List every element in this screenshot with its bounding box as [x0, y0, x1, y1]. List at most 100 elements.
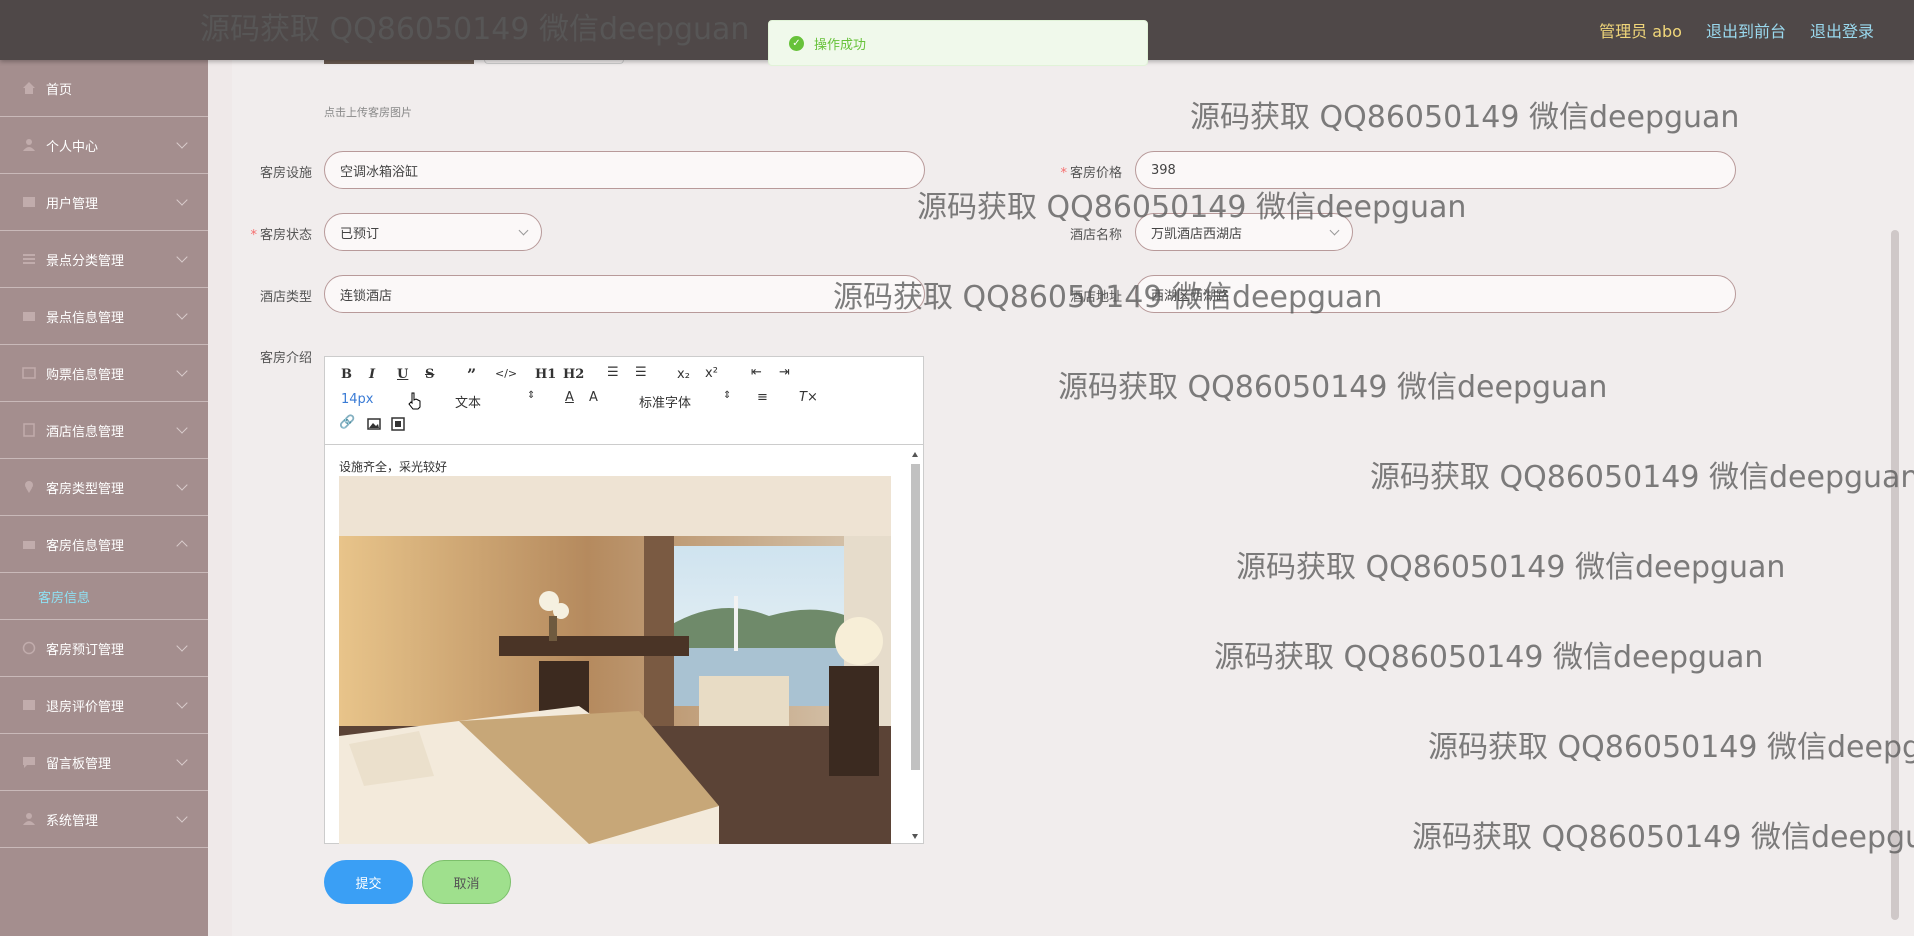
strikethrough-icon[interactable]: S	[425, 367, 434, 382]
font-family-select[interactable]: 标准字体	[639, 392, 691, 411]
heading2-button[interactable]: H2	[563, 367, 584, 382]
list-icon	[23, 254, 35, 264]
sidebar-item-label: 客房预订管理	[46, 642, 125, 658]
sidebar-item-home[interactable]: 首页	[0, 60, 208, 117]
chevron-updown-icon: ⇕	[527, 390, 536, 401]
upload-button[interactable]	[484, 60, 624, 64]
sidebar-item-room-type[interactable]: 客房类型管理	[0, 459, 208, 516]
align-icon[interactable]: ≡	[757, 390, 768, 405]
video-icon[interactable]	[391, 417, 405, 431]
room-photo	[339, 476, 891, 844]
image-icon[interactable]	[367, 417, 381, 431]
upload-hint: 点击上传客房图片	[324, 106, 412, 119]
subscript-icon[interactable]: x₂	[677, 367, 690, 382]
sidebar-subitem-room-info[interactable]: 客房信息	[0, 573, 208, 620]
font-size-select[interactable]: 14px	[341, 392, 374, 407]
chevron-down-icon	[176, 194, 188, 206]
sidebar-item-ticket[interactable]: 购票信息管理	[0, 345, 208, 402]
form-card: 点击上传客房图片 客房设施 空调冰箱浴缸 * 客房价格 398 * 客房状态 已预订…	[232, 60, 1877, 936]
page-scrollbar[interactable]	[1877, 60, 1914, 936]
page-scroll-thumb[interactable]	[1891, 230, 1899, 920]
link-icon[interactable]: 🔗	[339, 415, 355, 430]
sidebar-item-system[interactable]: 系统管理	[0, 791, 208, 848]
hotel-type-label: 酒店类型	[259, 290, 312, 305]
sidebar-item-message[interactable]: 留言板管理	[0, 734, 208, 791]
chevron-down-icon	[176, 479, 188, 491]
sidebar-item-scenic-info[interactable]: 景点信息管理	[0, 288, 208, 345]
hotel-address-value: 西湖区西湖路	[1151, 288, 1230, 304]
bold-icon[interactable]: B	[341, 367, 352, 382]
hotel-type-input[interactable]: 连锁酒店	[324, 275, 925, 313]
status-label: * 客房状态	[232, 224, 312, 243]
chevron-down-icon	[176, 697, 188, 709]
hotel-address-label: 酒店地址	[1069, 290, 1122, 305]
hotel-icon	[23, 423, 35, 437]
toast-message: 操作成功	[814, 37, 867, 53]
review-icon	[23, 700, 35, 710]
underline-icon[interactable]: U	[397, 367, 408, 382]
submit-button[interactable]: 提交	[324, 860, 413, 904]
ordered-list-icon[interactable]: ☰	[607, 365, 619, 380]
booking-icon	[22, 641, 36, 655]
sidebar: 首页 个人中心 用户管理 景点分类管理 景点信息管理 购票信息管理 酒店信息管理…	[0, 60, 208, 936]
outdent-icon[interactable]: ⇤	[751, 365, 762, 380]
status-select[interactable]: 已预订	[324, 213, 542, 251]
heading1-label: H1	[535, 367, 557, 382]
sidebar-item-review[interactable]: 退房评价管理	[0, 677, 208, 734]
facility-label: 客房设施	[259, 166, 312, 181]
scroll-down-arrow[interactable]	[912, 834, 918, 839]
cancel-button[interactable]: 取消	[422, 860, 511, 904]
sidebar-item-label: 购票信息管理	[46, 367, 125, 383]
font-color-icon[interactable]: A	[565, 390, 574, 405]
users-icon	[23, 197, 35, 207]
chevron-down-icon	[176, 640, 188, 652]
sidebar-item-label: 酒店信息管理	[46, 424, 125, 440]
editor-scrollbar[interactable]	[910, 450, 921, 841]
sidebar-item-users[interactable]: 用户管理	[0, 174, 208, 231]
logout-link[interactable]: 退出登录	[1810, 18, 1874, 42]
heading1-button[interactable]: H1	[535, 367, 556, 382]
sidebar-item-booking[interactable]: 客房预订管理	[0, 620, 208, 677]
ticket-icon	[22, 367, 36, 379]
intro-label: 客房介绍	[259, 351, 312, 366]
code-icon[interactable]: </>	[495, 367, 517, 380]
sidebar-item-profile[interactable]: 个人中心	[0, 117, 208, 174]
chevron-down-icon	[176, 422, 188, 434]
required-mark: *	[250, 228, 257, 243]
chevron-updown-icon: ⇕	[723, 390, 732, 401]
italic-icon[interactable]: I	[369, 367, 375, 382]
chevron-down-icon	[176, 811, 188, 823]
chevron-down-icon	[176, 365, 188, 377]
location-icon	[25, 481, 33, 493]
quote-icon[interactable]: ”	[467, 365, 476, 384]
scroll-thumb[interactable]	[911, 464, 920, 770]
room-image-thumbnail[interactable]	[324, 60, 474, 64]
sidebar-item-scenic-category[interactable]: 景点分类管理	[0, 231, 208, 288]
system-icon	[23, 813, 35, 825]
chevron-down-icon	[176, 754, 188, 766]
scroll-up-arrow[interactable]	[912, 452, 918, 457]
bullet-list-icon[interactable]: ☰	[635, 365, 647, 380]
hotel-name-select[interactable]: 万凯酒店西湖店	[1135, 213, 1353, 251]
facility-input[interactable]: 空调冰箱浴缸	[324, 151, 925, 189]
success-toast: ✓ 操作成功	[768, 20, 1148, 66]
status-label-text: 客房状态	[259, 228, 312, 243]
heading2-label: H2	[563, 367, 585, 382]
clear-format-icon[interactable]: T×	[799, 390, 818, 405]
superscript-icon[interactable]: x²	[705, 366, 718, 381]
rich-text-editor[interactable]: B I U S ” </> H1 H2 ☰ ☰ x₂ x² ⇤ ⇥ 14px 文…	[324, 356, 924, 844]
check-icon: ✓	[789, 35, 804, 51]
sidebar-item-room-info[interactable]: 客房信息管理	[0, 516, 208, 573]
hotel-name-label: 酒店名称	[1069, 228, 1122, 243]
price-input[interactable]: 398	[1135, 151, 1736, 189]
background-color-icon[interactable]: A	[589, 390, 598, 405]
sidebar-item-hotel[interactable]: 酒店信息管理	[0, 402, 208, 459]
editor-content[interactable]: 设施齐全，采光较好	[325, 446, 923, 844]
text-type-select[interactable]: 文本	[455, 392, 481, 411]
chevron-down-icon	[176, 251, 188, 263]
sidebar-item-label: 用户管理	[46, 196, 99, 212]
indent-icon[interactable]: ⇥	[779, 365, 790, 380]
home-icon	[23, 82, 35, 94]
to-front-link[interactable]: 退出到前台	[1706, 18, 1786, 42]
hotel-address-input[interactable]: 西湖区西湖路	[1135, 275, 1736, 313]
